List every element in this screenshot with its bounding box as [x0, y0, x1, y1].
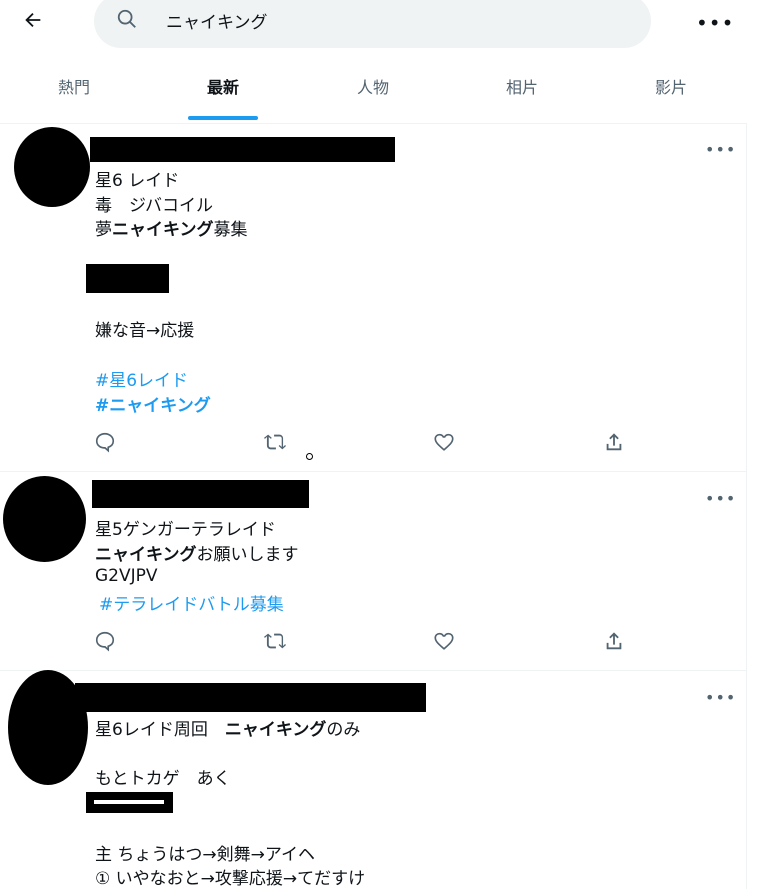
more-icon[interactable]: ••• [705, 688, 736, 707]
retweet-icon[interactable] [264, 630, 288, 654]
redacted-username [75, 683, 426, 712]
more-icon[interactable]: ••• [705, 140, 736, 159]
search-icon [116, 8, 138, 34]
tab-top[interactable]: 熱門 [24, 62, 124, 122]
reply-icon[interactable] [94, 630, 118, 654]
cursor-dot [306, 453, 313, 460]
avatar[interactable] [14, 127, 90, 207]
like-icon[interactable] [433, 630, 457, 654]
text-part: のみ [326, 720, 361, 740]
highlight-term: ニャイキング [95, 545, 197, 565]
tweet-text: もとトカゲ あく [95, 769, 231, 789]
tab-photos[interactable]: 相片 [472, 62, 572, 122]
tweet-text: 毒 ジバコイル [95, 196, 213, 216]
search-header: ニャイキング ••• 熱門 最新 人物 相片 影片 [0, 0, 747, 124]
tab-people[interactable]: 人物 [323, 62, 423, 122]
tweet-text: 星6レイド周回 ニャイキングのみ [95, 715, 360, 740]
text-part: お願いします [196, 545, 299, 565]
redacted-text [86, 792, 173, 813]
retweet-icon[interactable] [264, 431, 288, 455]
hashtag-link[interactable]: #ニャイキング [95, 391, 211, 416]
more-icon[interactable]: ••• [705, 489, 736, 508]
redacted-username [90, 137, 395, 162]
avatar[interactable] [3, 476, 86, 562]
hashtag-link[interactable]: #テラレイドバトル募集 [99, 590, 284, 615]
highlight-term: ニャイキング [224, 720, 327, 740]
highlight-term: ニャイキング [112, 220, 214, 240]
text-part: 夢 [95, 220, 112, 240]
tweet-text: 夢ニャイキング募集 [95, 215, 248, 240]
tab-latest[interactable]: 最新 [173, 62, 273, 122]
tweet-text: ① いやなおと→攻撃応援→てだすけ [95, 869, 366, 889]
tweet-text: G2VJPV [95, 566, 158, 586]
search-query[interactable]: ニャイキング [166, 8, 268, 33]
share-icon[interactable] [603, 630, 627, 654]
hashtag-link[interactable]: #星6レイド [95, 366, 188, 391]
redacted-username [92, 480, 309, 508]
active-tab-indicator [188, 116, 258, 120]
more-icon[interactable]: ••• [696, 8, 733, 38]
tweet-text: 星6 レイド [95, 171, 180, 191]
tweet-text: ニャイキングお願いします [95, 540, 299, 565]
back-arrow-icon[interactable] [18, 8, 48, 38]
share-icon[interactable] [603, 431, 627, 455]
tab-videos[interactable]: 影片 [621, 62, 721, 122]
text-part: 星6レイド周回 [95, 720, 225, 740]
text-part: 募集 [213, 220, 248, 240]
redacted-text [86, 264, 169, 293]
reply-icon[interactable] [94, 431, 118, 455]
tab-bar: 熱門 最新 人物 相片 影片 [0, 62, 747, 122]
tweet-text: 主 ちょうはつ→剣舞→アイヘ [95, 845, 316, 865]
search-bar[interactable]: ニャイキング [94, 0, 651, 48]
like-icon[interactable] [433, 431, 457, 455]
tweet-text: 嫌な音→応援 [95, 321, 195, 341]
tweet-text: 星5ゲンガーテラレイド [95, 520, 276, 540]
